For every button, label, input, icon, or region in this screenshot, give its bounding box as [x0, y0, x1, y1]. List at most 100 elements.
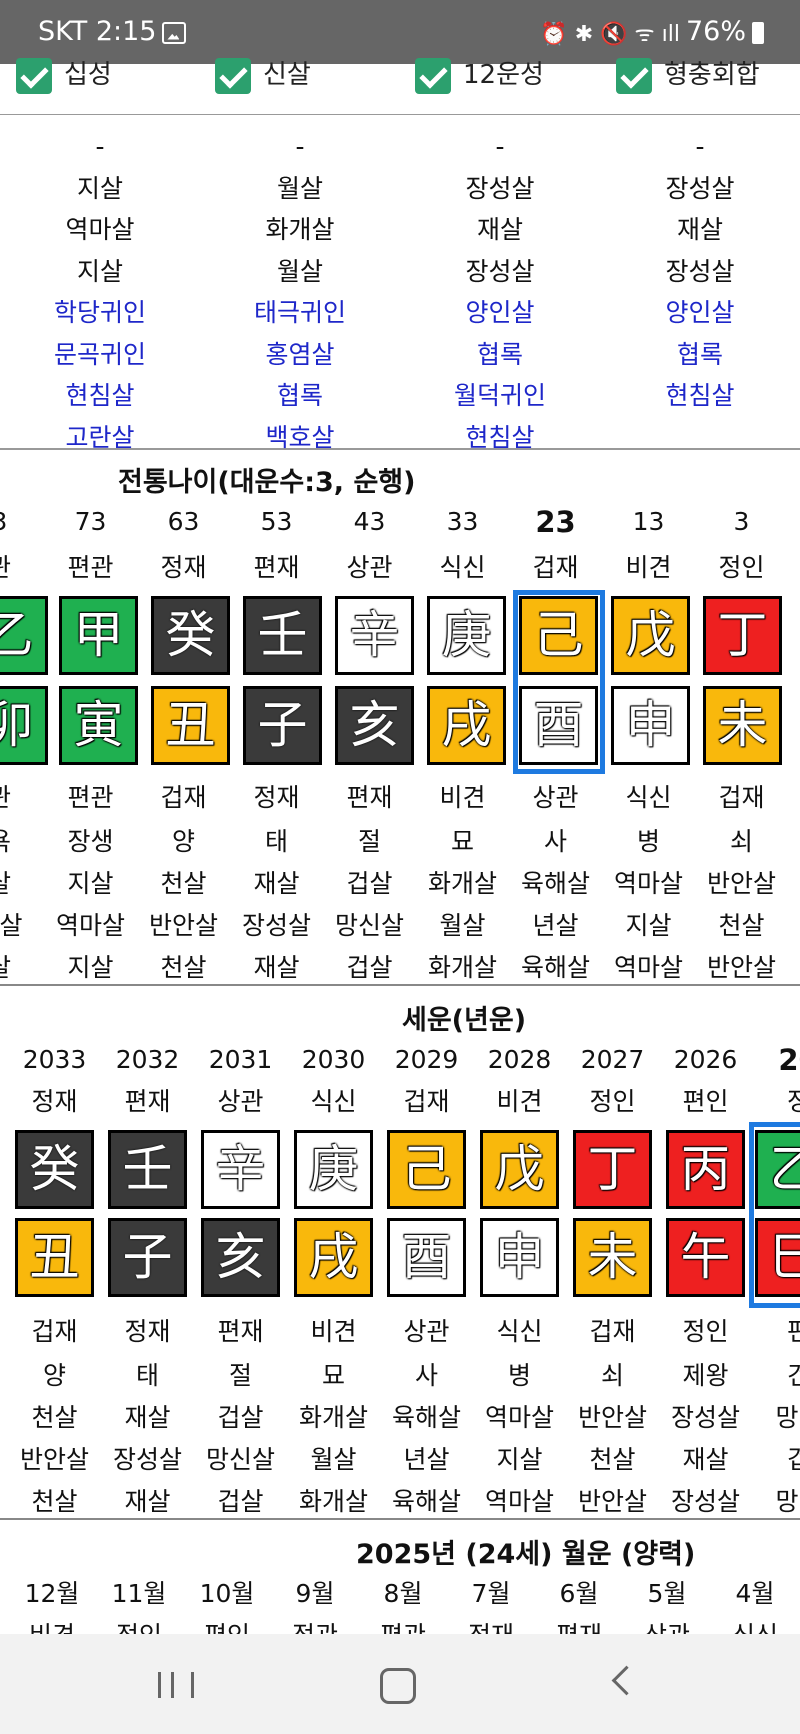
- battery-icon: [752, 21, 764, 44]
- seun-sal: 겁살: [217, 1403, 264, 1432]
- daeun-stem-tile[interactable]: 壬: [243, 596, 322, 675]
- seun-sal: 겁: [786, 1445, 800, 1474]
- back-button[interactable]: [611, 1665, 642, 1696]
- daeun-sal: 천살: [718, 911, 765, 940]
- seun-branch-tile[interactable]: 申: [480, 1218, 559, 1297]
- seun-sipsung: 겁재: [403, 1087, 450, 1116]
- daeun-stem-tile[interactable]: 戊: [611, 596, 690, 675]
- daeun-branch-tile[interactable]: 戌: [427, 686, 506, 765]
- daeun-stem-tile[interactable]: 丁: [703, 596, 782, 675]
- daeun-sipsung: 상관: [346, 553, 393, 582]
- seun-branch-tile[interactable]: 亥: [201, 1218, 280, 1297]
- daeun-unsung: 쇠: [729, 827, 753, 856]
- daeun-branch-tile[interactable]: 亥: [335, 686, 414, 765]
- recent-apps-button[interactable]: [158, 1672, 194, 1698]
- seun-unsung-row: 양 태 절 묘 사 병 쇠 제왕 건: [0, 1354, 800, 1398]
- seun-branch-tile[interactable]: 子: [108, 1218, 187, 1297]
- seun-branch-tile[interactable]: 丑: [15, 1218, 94, 1297]
- seun-sal: 지살: [496, 1445, 543, 1474]
- daeun-sal: 반안살: [148, 911, 218, 940]
- daeun-age: 63: [167, 507, 200, 536]
- navigation-bar: [0, 1634, 800, 1734]
- seun-sipsung: 겁재: [31, 1317, 78, 1346]
- seun-sal: 반안살: [19, 1445, 89, 1474]
- daeun-sal: 망신살: [334, 911, 404, 940]
- seun-branch-tile[interactable]: 午: [666, 1218, 745, 1297]
- gallery-icon: [162, 21, 187, 44]
- checkbox-hyungchung[interactable]: 형충회합: [616, 54, 760, 94]
- daeun-sal-row: 배살 역마살 반안살 장성살 망신살 월살 년살 지살 천살: [0, 904, 800, 948]
- daeun-branch-tile[interactable]: 子: [243, 686, 322, 765]
- checkbox-12unsung[interactable]: 12운성: [415, 54, 544, 94]
- seun-sipsung: 비견: [310, 1317, 357, 1346]
- daeun-stem-tile[interactable]: 乙: [0, 596, 48, 675]
- seun-sal: 천살: [589, 1445, 636, 1474]
- daeun-unsung-row: 욕 장생 양 태 절 묘 사 병 쇠: [0, 820, 800, 864]
- daeun-branch-tile[interactable]: 未: [703, 686, 782, 765]
- check-icon: [215, 57, 251, 94]
- seun-sipsung: 정재: [31, 1087, 78, 1116]
- seun-sal: 장성살: [112, 1445, 182, 1474]
- daeun-branch-tile[interactable]: 丑: [151, 686, 230, 765]
- seun-title: 세운(년운): [402, 1005, 527, 1036]
- seun-sipsung: 정: [786, 1087, 800, 1116]
- gwiin-item: 협록: [676, 339, 723, 369]
- seun-sal: 천살: [31, 1403, 78, 1432]
- daeun-sal: 겁살: [346, 869, 393, 898]
- daeun-stem-tile[interactable]: 庚: [427, 596, 506, 675]
- daeun-branch-tile[interactable]: 申: [611, 686, 690, 765]
- shinsal-column: - 장성살 재살 장성살 양인살 협록 월덕귀인 현침살: [400, 126, 600, 458]
- home-button[interactable]: [380, 1668, 416, 1704]
- daeun-unsung: 장생: [67, 827, 114, 856]
- seun-stem-tile[interactable]: 癸: [15, 1130, 94, 1209]
- daeun-unsung: 태: [264, 827, 288, 856]
- seun-stem-tile[interactable]: 丁: [573, 1130, 652, 1209]
- seun-stem-tile[interactable]: 戊: [480, 1130, 559, 1209]
- wolun-month-row: 12월 11월 10월 9월 8월 7월 6월 5월 4월: [0, 1572, 800, 1616]
- status-icons: ⏰ ✱ 🔇 ᯤ ıll: [540, 21, 680, 47]
- seun-branch-tile[interactable]: 酉: [387, 1218, 466, 1297]
- daeun-stem-tile[interactable]: 辛: [335, 596, 414, 675]
- seun-sal-row: 천살 재살 겁살 화개살 육해살 역마살 반안살 장성살 망신: [0, 1396, 800, 1440]
- shinsal-column: - 장성살 재살 장성살 양인살 협록 현침살: [600, 126, 800, 417]
- seun-branch-tile[interactable]: 戌: [294, 1218, 373, 1297]
- seun-stem-tile[interactable]: 己: [387, 1130, 466, 1209]
- seun-sipsung: 정인: [589, 1087, 636, 1116]
- shinsal-column: - 월살 화개살 월살 태극귀인 홍염살 협록 백호살: [200, 126, 400, 458]
- seun-unsung: 병: [507, 1361, 531, 1390]
- gwiin-item: 현침살: [65, 381, 135, 410]
- seun-year: 2029: [394, 1045, 459, 1074]
- seun-sipsung: 비견: [496, 1087, 543, 1116]
- shinsal-item: 장성살: [465, 173, 535, 203]
- shinsal-dash: -: [495, 132, 505, 161]
- seun-sal: 장성살: [670, 1403, 740, 1432]
- seun-stem-tile[interactable]: 丙: [666, 1130, 745, 1209]
- seun-stem-tile[interactable]: 辛: [201, 1130, 280, 1209]
- seun-stem-tile[interactable]: 庚: [294, 1130, 373, 1209]
- wolun-month: 11월: [111, 1579, 167, 1608]
- daeun-branch-tile[interactable]: 卯: [0, 686, 48, 765]
- checkbox-sipsung[interactable]: 십성: [16, 54, 112, 94]
- checkbox-shinsal[interactable]: 신살: [215, 54, 311, 94]
- daeun-stem-tile[interactable]: 甲: [59, 596, 138, 675]
- seun-sipsung: 편재: [124, 1087, 171, 1116]
- check-icon: [16, 57, 52, 94]
- daeun-stem-tile[interactable]: 癸: [151, 596, 230, 675]
- seun-stem-tile[interactable]: 壬: [108, 1130, 187, 1209]
- gwiin-item: 홍염살: [265, 339, 335, 369]
- daeun-sipsung: 정인: [718, 553, 765, 582]
- seun-sipsung: 상관: [403, 1317, 450, 1346]
- seun-branch-tile[interactable]: 未: [573, 1218, 652, 1297]
- seun-year: 2028: [487, 1045, 552, 1074]
- seun-sipsung: 식신: [310, 1087, 357, 1116]
- daeun-sipsung: 비견: [439, 783, 486, 812]
- daeun-sal: 장성살: [241, 911, 311, 940]
- daeun-sal: 배살: [0, 911, 23, 940]
- seun-unsung: 태: [135, 1361, 159, 1390]
- shinsal-item: 역마살: [65, 215, 135, 244]
- daeun-branch-tile[interactable]: 寅: [59, 686, 138, 765]
- wolun-month: 4월: [735, 1579, 775, 1608]
- daeun-sipsung: 상관: [532, 783, 579, 812]
- daeun-unsung: 양: [171, 827, 195, 856]
- daeun-sipsung: 관: [0, 546, 46, 590]
